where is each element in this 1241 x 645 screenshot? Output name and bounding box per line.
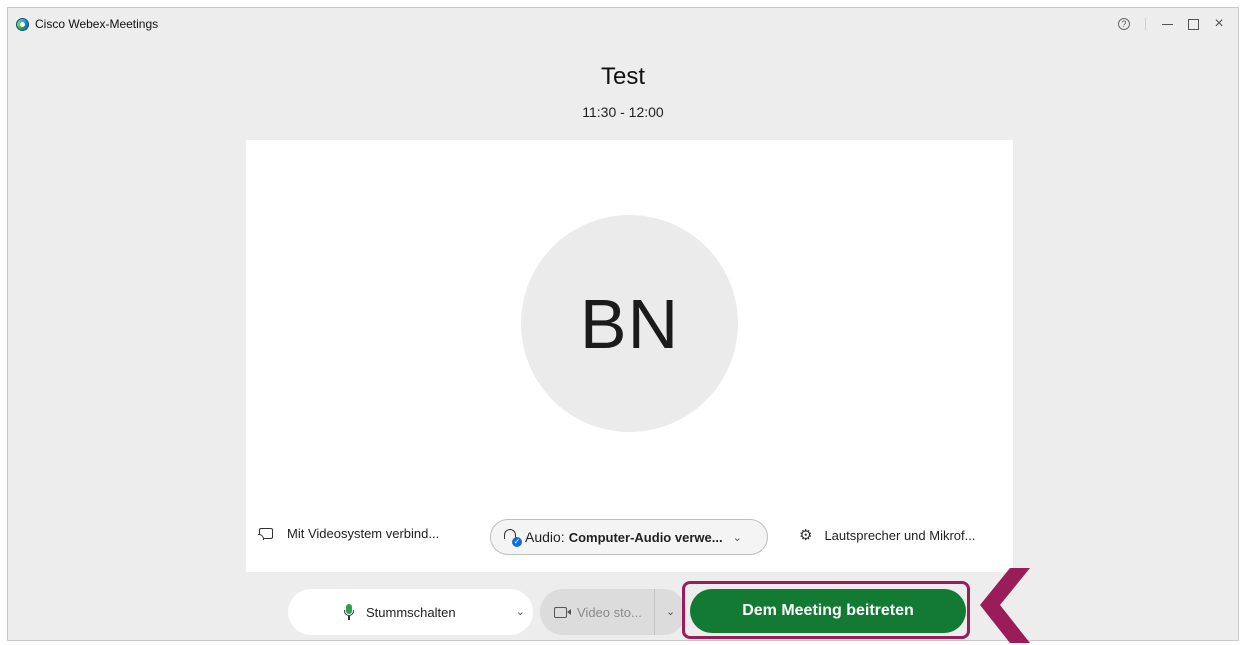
close-icon: × bbox=[1214, 15, 1224, 32]
meeting-time: 11:30 - 12:00 bbox=[582, 104, 664, 120]
cast-icon bbox=[258, 528, 273, 540]
title-divider bbox=[1145, 18, 1146, 30]
mute-button[interactable]: Stummschalten ⌄ bbox=[288, 589, 533, 635]
video-label: Video sto... bbox=[577, 604, 642, 620]
maximize-button[interactable] bbox=[1180, 15, 1206, 33]
video-preview: BN Mit Videosystem verbind... ✓ Audio: C… bbox=[246, 140, 1013, 572]
meeting-title: Test bbox=[600, 63, 645, 90]
microphone-icon bbox=[344, 604, 354, 620]
minimize-icon bbox=[1161, 23, 1173, 25]
avatar: BN bbox=[521, 215, 738, 432]
help-icon: ? bbox=[1118, 18, 1130, 30]
video-system-label: Mit Videosystem verbind... bbox=[287, 526, 440, 541]
connection-options: Mit Videosystem verbind... ✓ Audio: Comp… bbox=[246, 517, 1013, 557]
app-window: Cisco Webex-Meetings ? × Test 11:30 - 12… bbox=[7, 7, 1239, 641]
action-bar: Stummschalten ⌄ Video sto... ⌄ Dem Meeti… bbox=[8, 581, 1238, 639]
video-button[interactable]: Video sto... ⌄ bbox=[540, 589, 686, 635]
mute-label: Stummschalten bbox=[366, 604, 456, 620]
audio-select[interactable]: ✓ Audio: Computer-Audio verwe... ⌄ bbox=[490, 519, 768, 555]
video-divider bbox=[654, 589, 655, 635]
video-system-button[interactable]: Mit Videosystem verbind... bbox=[258, 526, 440, 541]
chevron-down-icon[interactable]: ⌄ bbox=[516, 605, 525, 618]
join-meeting-button[interactable]: Dem Meeting beitreten bbox=[690, 589, 966, 633]
maximize-icon bbox=[1187, 18, 1199, 30]
app-logo-icon bbox=[16, 17, 29, 31]
help-button[interactable]: ? bbox=[1111, 15, 1137, 33]
chevron-down-icon: ⌄ bbox=[732, 531, 742, 544]
minimize-button[interactable] bbox=[1154, 15, 1180, 33]
chevron-down-icon[interactable]: ⌄ bbox=[666, 605, 675, 618]
close-button[interactable]: × bbox=[1206, 15, 1232, 33]
window-controls: ? × bbox=[1111, 15, 1232, 33]
title-bar: Cisco Webex-Meetings ? × bbox=[8, 8, 1238, 40]
audio-label: Audio: bbox=[525, 529, 565, 545]
app-title: Cisco Webex-Meetings bbox=[35, 17, 159, 31]
audio-value: Computer-Audio verwe... bbox=[568, 529, 723, 545]
gear-icon: ⚙ bbox=[799, 527, 813, 544]
callout-arrow-icon bbox=[980, 568, 1030, 643]
headset-icon: ✓ bbox=[503, 529, 522, 547]
speaker-mic-settings-button[interactable]: ⚙ Lautsprecher und Mikrof... bbox=[799, 526, 975, 544]
speaker-mic-label: Lautsprecher und Mikrof... bbox=[824, 527, 976, 543]
camera-icon bbox=[554, 606, 571, 618]
